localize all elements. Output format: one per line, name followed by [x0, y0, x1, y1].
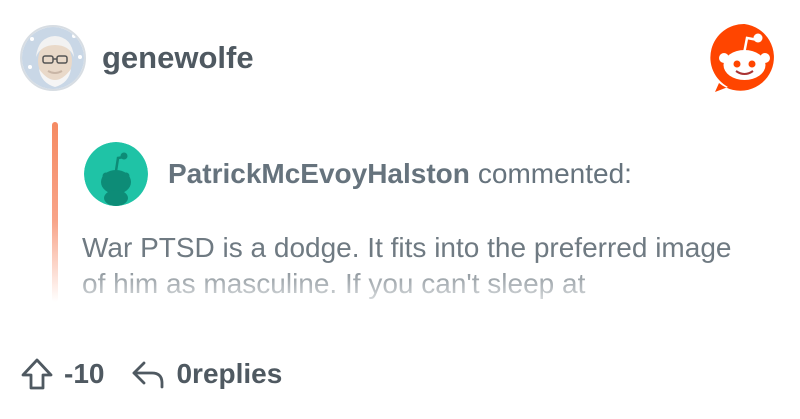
reply-arrow-icon[interactable] — [130, 357, 166, 391]
reddit-logo-icon — [707, 20, 782, 95]
user-avatar[interactable] — [20, 25, 86, 91]
quote-bar — [52, 122, 58, 302]
commented-label: commented: — [477, 158, 632, 189]
commenter-name[interactable]: PatrickMcEvoyHalston — [168, 158, 470, 190]
post-footer: -10 0replies — [20, 354, 282, 394]
text-fade-overlay — [72, 262, 772, 312]
post-header: genewolfe — [20, 24, 254, 92]
upvote-arrow-icon[interactable] — [20, 357, 54, 391]
replies-count[interactable]: 0replies — [176, 358, 282, 390]
vote-score: -10 — [64, 358, 105, 389]
quoted-comment[interactable]: PatrickMcEvoyHalston commented: War PTSD… — [52, 122, 772, 312]
commenter-row: PatrickMcEvoyHalston commented: — [84, 142, 632, 206]
commenter-avatar[interactable] — [84, 142, 148, 206]
post-username[interactable]: genewolfe — [102, 40, 254, 76]
